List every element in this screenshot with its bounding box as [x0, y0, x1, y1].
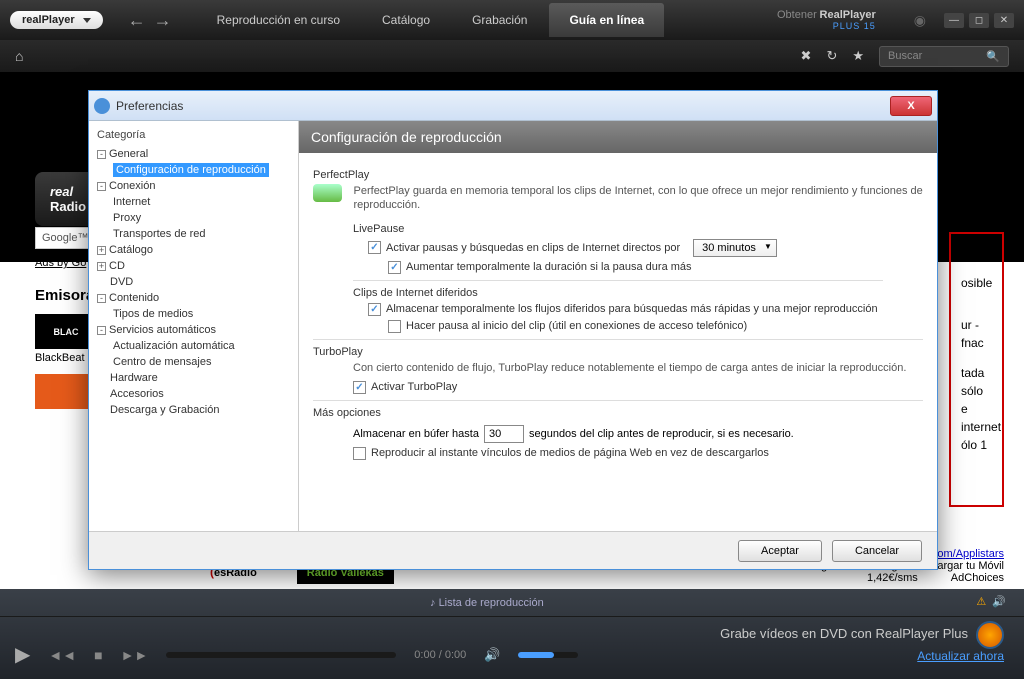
checkbox-extend[interactable] — [388, 261, 401, 274]
promo-banner[interactable]: Grabe vídeos en DVD con RealPlayer Plus … — [720, 621, 1004, 663]
perfectplay-desc: PerfectPlay guarda en memoria temporal l… — [354, 184, 923, 213]
tree-item-internet[interactable]: Internet — [97, 194, 290, 210]
cancel-button[interactable]: Cancelar — [832, 540, 922, 562]
tree-item-autoservices[interactable]: -Servicios automáticos — [97, 322, 290, 338]
warning-icon[interactable]: ⚠ — [976, 595, 986, 608]
close-button[interactable]: ✕ — [994, 13, 1014, 28]
ok-button[interactable]: Aceptar — [738, 540, 822, 562]
star-icon[interactable]: ★ — [852, 48, 864, 64]
app-titlebar: realPlayer ← → Reproducción en curso Cat… — [0, 0, 1024, 40]
checkbox-instant-label: Reproducir al instante vínculos de medio… — [371, 447, 769, 459]
tree-item-transports[interactable]: Transportes de red — [97, 226, 290, 242]
nav-arrows: ← → — [128, 10, 172, 31]
burn-icon — [976, 621, 1004, 649]
tree-item-proxy[interactable]: Proxy — [97, 210, 290, 226]
buffer-pre-label: Almacenar en búfer hasta — [353, 428, 479, 440]
tree-item-general[interactable]: -General — [97, 146, 290, 162]
checkbox-livepause-label: Activar pausas y búsquedas en clips de I… — [386, 242, 680, 254]
search-input[interactable]: Buscar🔍 — [879, 46, 1009, 67]
seek-slider[interactable] — [166, 652, 396, 658]
tree-item-download[interactable]: Descarga y Grabación — [97, 402, 290, 418]
turboplay-label: TurboPlay — [313, 346, 923, 358]
duration-dropdown[interactable]: 30 minutos — [693, 239, 777, 257]
close-x-icon[interactable]: ✖ — [801, 48, 812, 64]
tree-item-cd[interactable]: +CD — [97, 258, 290, 274]
stop-button[interactable]: ■ — [94, 647, 102, 663]
tree-item-hardware[interactable]: Hardware — [97, 370, 290, 386]
main-tabs: Reproducción en curso Catálogo Grabación… — [197, 3, 767, 37]
buffer-post-label: segundos del clip antes de reproducir, s… — [529, 428, 794, 440]
settings-panel: Configuración de reproducción PerfectPla… — [299, 121, 937, 531]
window-controls: — ◻ ✕ — [944, 13, 1014, 28]
category-tree: Categoría -General Configuración de repr… — [89, 121, 299, 531]
home-icon[interactable]: ⌂ — [15, 48, 23, 64]
dialog-buttons: Aceptar Cancelar — [89, 531, 937, 569]
app-logo[interactable]: realPlayer — [10, 11, 103, 29]
tab-catalog[interactable]: Catálogo — [362, 3, 450, 37]
category-label: Categoría — [97, 129, 290, 141]
tree-item-playback-config[interactable]: Configuración de reproducción — [97, 162, 290, 178]
tree-item-dvd[interactable]: DVD — [97, 274, 290, 290]
get-plus-promo[interactable]: Obtener RealPlayer PLUS 15 — [777, 9, 876, 32]
deferred-label: Clips de Internet diferidos — [353, 287, 923, 299]
tree-item-content[interactable]: -Contenido — [97, 290, 290, 306]
tree-item-catalog[interactable]: +Catálogo — [97, 242, 290, 258]
tab-guide[interactable]: Guía en línea — [549, 3, 664, 37]
minimize-button[interactable]: — — [944, 13, 964, 28]
more-options-label: Más opciones — [313, 407, 923, 419]
forward-icon[interactable]: → — [154, 10, 172, 31]
eye-icon[interactable]: ◉ — [914, 12, 926, 29]
volume-icon[interactable]: 🔊 — [484, 647, 500, 663]
checkbox-pause-start[interactable] — [388, 320, 401, 333]
perfectplay-icon — [313, 184, 342, 202]
play-button[interactable]: ▶ — [15, 642, 30, 667]
checkbox-turboplay[interactable] — [353, 381, 366, 394]
tree-item-accessories[interactable]: Accesorios — [97, 386, 290, 402]
player-bar: ♪ Lista de reproducción ⚠ 🔊 ▶ ◄◄ ■ ►► 0:… — [0, 589, 1024, 679]
back-icon[interactable]: ← — [128, 10, 146, 31]
checkbox-pause-start-label: Hacer pausa al inicio del clip (útil en … — [406, 320, 747, 332]
panel-header: Configuración de reproducción — [299, 121, 937, 153]
checkbox-turboplay-label: Activar TurboPlay — [371, 381, 457, 393]
preferences-dialog: Preferencias X Categoría -General Config… — [88, 90, 938, 570]
chevron-down-icon[interactable] — [83, 18, 91, 23]
refresh-icon[interactable]: ↻ — [826, 48, 837, 64]
secondary-toolbar: ⌂ ✖ ↻ ★ Buscar🔍 — [0, 40, 1024, 72]
dialog-titlebar[interactable]: Preferencias X — [89, 91, 937, 121]
time-display: 0:00 / 0:00 — [414, 649, 466, 661]
tab-nowplaying[interactable]: Reproducción en curso — [197, 3, 360, 37]
prev-button[interactable]: ◄◄ — [48, 647, 76, 663]
turboplay-desc: Con cierto contenido de flujo, TurboPlay… — [353, 361, 923, 375]
checkbox-livepause[interactable] — [368, 241, 381, 254]
tree-item-autoupdate[interactable]: Actualización automática — [97, 338, 290, 354]
checkbox-extend-label: Aumentar temporalmente la duración si la… — [406, 261, 692, 273]
dialog-icon — [94, 98, 110, 114]
checkbox-instant[interactable] — [353, 447, 366, 460]
perfectplay-label: PerfectPlay — [313, 169, 923, 181]
dialog-title: Preferencias — [116, 99, 890, 113]
tree-item-mediatypes[interactable]: Tipos de medios — [97, 306, 290, 322]
search-icon: 🔍 — [986, 50, 1000, 63]
dialog-close-button[interactable]: X — [890, 96, 932, 116]
tab-recording[interactable]: Grabación — [452, 3, 547, 37]
tree-item-connection[interactable]: -Conexión — [97, 178, 290, 194]
volume-slider[interactable] — [518, 652, 578, 658]
maximize-button[interactable]: ◻ — [969, 13, 989, 28]
upgrade-link[interactable]: Actualizar ahora — [917, 649, 1004, 663]
ad-box: t, osible ur - fnac tada sólo e internet… — [949, 232, 1004, 507]
speaker-status-icon[interactable]: 🔊 — [992, 595, 1006, 608]
next-button[interactable]: ►► — [121, 647, 149, 663]
checkbox-store[interactable] — [368, 303, 381, 316]
checkbox-store-label: Almacenar temporalmente los flujos difer… — [386, 303, 878, 315]
buffer-seconds-input[interactable] — [484, 425, 524, 443]
playlist-button[interactable]: ♪ Lista de reproducción — [430, 597, 544, 609]
tree-item-msgcenter[interactable]: Centro de mensajes — [97, 354, 290, 370]
livepause-label: LivePause — [353, 223, 923, 235]
